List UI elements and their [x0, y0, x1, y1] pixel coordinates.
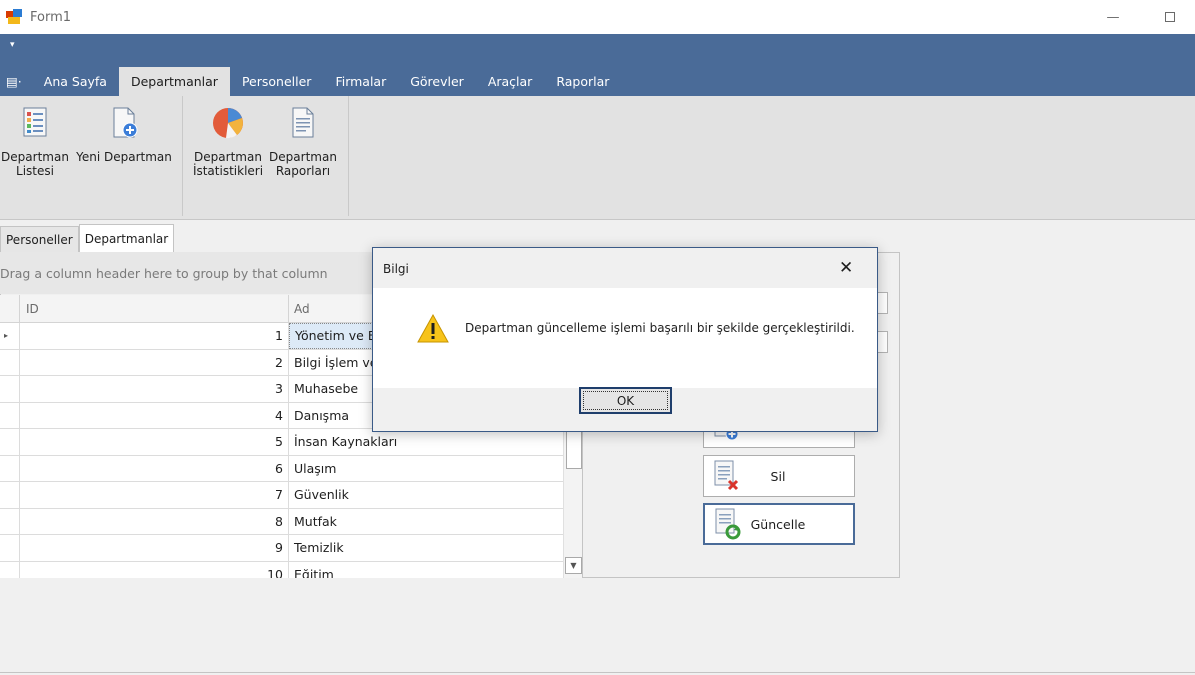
departman-istatistikleri-button[interactable]: Departman İstatistikleri — [189, 106, 267, 178]
group-by-hint: Drag a column header here to group by th… — [0, 265, 328, 281]
minimize-icon: — — [1106, 9, 1120, 25]
tab-personeller[interactable]: Personeller — [230, 67, 323, 96]
row-indicator — [0, 349, 20, 375]
app-icon — [6, 9, 22, 25]
table-row[interactable]: 5 İnsan Kaynakları — [0, 429, 563, 456]
row-indicator — [0, 561, 20, 578]
row-indicator — [0, 376, 20, 402]
warning-icon — [417, 313, 449, 344]
cell-id[interactable]: 2 — [20, 349, 289, 375]
row-indicator-icon: ▸ — [0, 323, 20, 349]
departman-istatistikleri-label: Departman İstatistikleri — [192, 150, 264, 178]
sil-label: Sil — [770, 468, 786, 484]
cell-id[interactable]: 3 — [20, 376, 289, 402]
tab-raporlar[interactable]: Raporlar — [544, 67, 621, 96]
cell-ad[interactable]: Temizlik — [289, 535, 563, 561]
app-menu-icon: ▤· — [6, 74, 22, 89]
tab-departmanlar[interactable]: Departmanlar — [118, 67, 230, 96]
cell-ad[interactable]: Eğitim — [289, 562, 563, 578]
departman-raporlari-label: Departman Raporları — [269, 150, 337, 178]
ribbon-body: Departman Listesi Yeni Departman Departm… — [0, 96, 1195, 220]
title-bar: Form1 — — [0, 0, 1195, 34]
cell-ad[interactable]: Ulaşım — [289, 456, 563, 482]
page-tabs: Personeller Departmanlar — [0, 224, 175, 252]
dialog-message: Departman güncelleme işlemi başarılı bir… — [465, 321, 855, 335]
departman-raporlari-button[interactable]: Departman Raporları — [267, 106, 339, 178]
app-menu-button[interactable]: ▤· — [0, 67, 32, 96]
cell-id[interactable]: 4 — [20, 402, 289, 428]
dialog-title: Bilgi — [383, 262, 409, 276]
tab-araclar[interactable]: Araçlar — [476, 67, 545, 96]
cell-id[interactable]: 1 — [20, 323, 289, 349]
row-indicator — [0, 535, 20, 561]
yeni-departman-label: Yeni Departman — [76, 150, 172, 164]
delete-document-icon — [712, 460, 742, 492]
row-indicator — [0, 508, 20, 534]
page-tab-departmanlar[interactable]: Departmanlar — [78, 224, 175, 252]
cell-ad[interactable]: Güvenlik — [289, 482, 563, 508]
cell-id[interactable]: 9 — [20, 535, 289, 561]
row-indicator — [0, 455, 20, 481]
table-row[interactable]: 7 Güvenlik — [0, 482, 563, 509]
close-icon[interactable]: ✕ — [839, 258, 853, 278]
ok-button[interactable]: OK — [579, 387, 672, 414]
minimize-button[interactable]: — — [1090, 0, 1136, 34]
row-indicator — [0, 402, 20, 428]
column-header-id[interactable]: ID — [20, 295, 289, 322]
cell-ad[interactable]: Mutfak — [289, 509, 563, 535]
guncelle-button[interactable]: Güncelle — [703, 503, 855, 545]
table-row[interactable]: 8 Mutfak — [0, 508, 563, 535]
ribbon-tabs: ▤· Ana Sayfa Departmanlar Personeller Fi… — [0, 67, 621, 96]
table-row[interactable]: 10 Eğitim — [0, 561, 563, 578]
table-row[interactable]: 6 Ulaşım — [0, 455, 563, 482]
maximize-icon — [1165, 12, 1175, 22]
row-indicator — [0, 482, 20, 508]
new-document-icon — [107, 106, 141, 140]
ribbon-group-raporlar: Departman İstatistikleri Departman Rapor… — [183, 96, 349, 216]
grid-header-indicator — [0, 295, 20, 322]
cell-ad[interactable]: İnsan Kaynakları — [289, 429, 563, 455]
maximize-button[interactable] — [1147, 0, 1193, 34]
ok-label: OK — [616, 393, 635, 408]
cell-id[interactable]: 10 — [20, 561, 289, 578]
cell-id[interactable]: 5 — [20, 429, 289, 455]
ribbon-group-departman: Departman Listesi Yeni Departman — [0, 96, 183, 216]
ribbon-header: ▾ ▤· Ana Sayfa Departmanlar Personeller … — [0, 34, 1195, 96]
tab-ana-sayfa[interactable]: Ana Sayfa — [32, 67, 119, 96]
list-icon — [18, 106, 52, 140]
pie-chart-icon — [211, 106, 245, 140]
report-document-icon — [286, 106, 320, 140]
info-dialog: Bilgi ✕ Departman güncelleme işlemi başa… — [372, 247, 878, 432]
departman-listesi-button[interactable]: Departman Listesi — [0, 106, 70, 178]
cell-id[interactable]: 6 — [20, 455, 289, 481]
scroll-down-icon[interactable]: ▼ — [565, 557, 582, 574]
table-row[interactable]: 9 Temizlik — [0, 535, 563, 562]
status-divider — [0, 672, 1195, 673]
guncelle-label: Güncelle — [750, 516, 806, 532]
quick-access-dropdown-icon[interactable]: ▾ — [10, 40, 15, 50]
departman-listesi-label: Departman Listesi — [1, 150, 69, 178]
refresh-document-icon — [713, 508, 743, 540]
sil-button[interactable]: Sil — [703, 455, 855, 497]
cell-id[interactable]: 8 — [20, 508, 289, 534]
row-indicator — [0, 429, 20, 455]
window-title: Form1 — [30, 9, 72, 25]
yeni-departman-button[interactable]: Yeni Departman — [74, 106, 174, 164]
tab-firmalar[interactable]: Firmalar — [323, 67, 398, 96]
page-tab-personeller[interactable]: Personeller — [0, 226, 79, 252]
dialog-body: Departman güncelleme işlemi başarılı bir… — [373, 288, 877, 388]
cell-id[interactable]: 7 — [20, 482, 289, 508]
tab-gorevler[interactable]: Görevler — [398, 67, 476, 96]
